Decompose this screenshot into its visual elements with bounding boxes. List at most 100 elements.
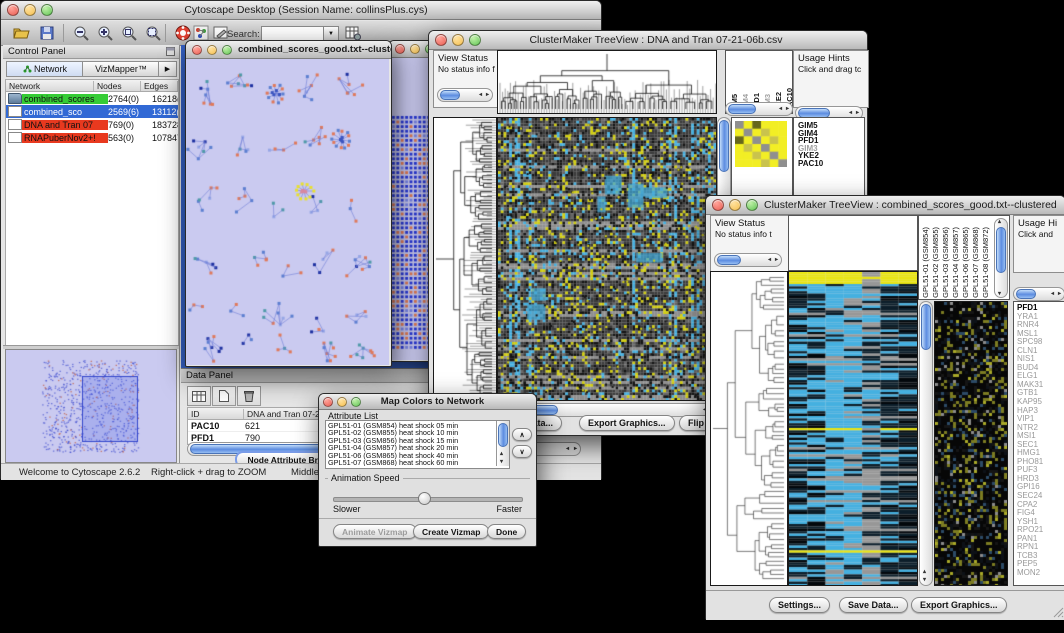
scroll-up-arrow[interactable]: ▴ xyxy=(923,569,926,575)
column-label[interactable]: GPL51-03 (GSM856) xyxy=(941,227,950,298)
network-list-row[interactable]: combined_scores 2764(0) 16218(0) xyxy=(6,92,178,105)
row-dendrogram[interactable] xyxy=(433,117,497,401)
treeview1-titlebar[interactable]: ClusterMaker TreeView : DNA and Tran 07-… xyxy=(429,31,867,50)
column-label[interactable]: GPL51-01 (GSM854) xyxy=(921,227,930,298)
tv2-heatmap-vscrollbar[interactable]: ▴ ▾ xyxy=(919,301,933,586)
gene-label[interactable]: GPI16 xyxy=(1017,483,1043,492)
network-canvas[interactable] xyxy=(186,59,389,365)
gene-label[interactable]: MON2 xyxy=(1017,569,1043,578)
tv2-column-dendrogram-pane[interactable] xyxy=(788,215,918,271)
treeview2-titlebar[interactable]: ClusterMaker TreeView : combined_scores_… xyxy=(706,196,1064,215)
move-down-button[interactable]: ∨ xyxy=(512,445,532,458)
tv2-labels-vscrollbar[interactable]: ▴ ▾ xyxy=(994,218,1008,298)
gene-label[interactable]: HMG1 xyxy=(1017,449,1043,458)
network-table-header[interactable]: Network Nodes Edges xyxy=(6,80,178,92)
scroll-left-arrow[interactable]: ◂ xyxy=(479,92,482,98)
gene-label[interactable]: CLN1 xyxy=(1017,347,1043,356)
row-dendrogram[interactable] xyxy=(710,271,788,586)
treeview-action-button[interactable]: Export Graphics... xyxy=(579,415,675,431)
gene-label[interactable]: CPA2 xyxy=(1017,501,1043,510)
minimize-icon[interactable] xyxy=(452,34,464,46)
gene-label[interactable]: SEC1 xyxy=(1017,441,1043,450)
gene-label[interactable]: PAN1 xyxy=(1017,535,1043,544)
scroll-down-arrow[interactable]: ▾ xyxy=(500,459,503,465)
tab-network[interactable]: Network xyxy=(6,61,84,77)
open-file-button[interactable] xyxy=(11,24,31,42)
zoom-in-button[interactable] xyxy=(95,24,115,42)
gene-label[interactable]: KAP95 xyxy=(1017,398,1043,407)
column-label[interactable]: GPL51-07 (GSM868) xyxy=(971,227,980,298)
treeview-action-button[interactable]: Save Data... xyxy=(839,597,908,613)
gene-label[interactable]: MSL1 xyxy=(1017,330,1043,339)
gene-label[interactable]: PAC10 xyxy=(798,160,823,168)
new-attribute-button[interactable] xyxy=(212,386,236,406)
scroll-left-arrow[interactable]: ◂ xyxy=(566,446,569,452)
attribute-item[interactable]: GPL51-04 (GSM857) heat shock 20 min xyxy=(328,444,496,451)
zoom-window-icon[interactable] xyxy=(222,45,232,55)
view-status-scrollbar[interactable]: ◂ ▸ xyxy=(437,88,493,102)
scroll-right-arrow[interactable]: ▸ xyxy=(1058,291,1061,297)
scroll-left-arrow[interactable]: ◂ xyxy=(779,106,782,112)
column-label[interactable]: GPL51-04 (GSM857) xyxy=(951,227,960,298)
gene-label[interactable]: ELG1 xyxy=(1017,372,1043,381)
tv1-matrix-hscrollbar[interactable]: ◂ ▸ xyxy=(725,102,793,116)
move-up-button[interactable]: ∧ xyxy=(512,428,532,441)
correlation-matrix[interactable] xyxy=(735,121,787,167)
gene-label[interactable]: YRA1 xyxy=(1017,313,1043,322)
close-icon[interactable] xyxy=(323,397,333,407)
create-vizmap-button[interactable]: Create Vizmap xyxy=(413,524,489,539)
close-icon[interactable] xyxy=(192,45,202,55)
heatmap-main[interactable] xyxy=(497,117,717,401)
attribute-item[interactable]: GPL51-03 (GSM856) heat shock 15 min xyxy=(328,437,496,444)
attribute-item[interactable]: GPL51-02 (GSM855) heat shock 10 min xyxy=(328,429,496,436)
gene-label[interactable]: HAP3 xyxy=(1017,407,1043,416)
gene-label[interactable]: YSH1 xyxy=(1017,518,1043,527)
scroll-up-arrow[interactable]: ▴ xyxy=(500,451,503,457)
gene-label[interactable]: NTR2 xyxy=(1017,424,1043,433)
gene-label[interactable]: RPN1 xyxy=(1017,543,1043,552)
gene-label[interactable]: RNR4 xyxy=(1017,321,1043,330)
zoom-window-icon[interactable] xyxy=(469,34,481,46)
close-icon[interactable] xyxy=(712,199,724,211)
scroll-down-arrow[interactable]: ▾ xyxy=(998,291,1001,297)
close-icon[interactable] xyxy=(7,4,19,16)
attribute-item[interactable]: GPL51-07 (GSM868) heat shock 60 min xyxy=(328,459,496,466)
zoom-out-button[interactable] xyxy=(71,24,91,42)
column-label[interactable]: GPL51-08 (GSM872) xyxy=(981,227,990,298)
network-list-row[interactable]: DNA and Tran 07 769(0) 183728(0) xyxy=(6,118,178,131)
minimize-icon[interactable] xyxy=(337,397,347,407)
scroll-up-arrow[interactable]: ▴ xyxy=(998,219,1001,225)
zoom-window-icon[interactable] xyxy=(41,4,53,16)
float-panel-icon[interactable] xyxy=(166,47,175,56)
zoom-window-icon[interactable] xyxy=(746,199,758,211)
tab-vizmapper[interactable]: VizMapper™ xyxy=(82,61,160,77)
scroll-down-arrow[interactable]: ▾ xyxy=(923,577,926,583)
scroll-right-arrow[interactable]: ▸ xyxy=(574,446,577,452)
tv2-genelist-hscrollbar[interactable]: ◂ ▸ xyxy=(1013,287,1064,301)
attribute-listbox[interactable]: GPL51-01 (GSM854) heat shock 05 minGPL51… xyxy=(325,420,510,469)
main-titlebar[interactable]: Cytoscape Desktop (Session Name: collins… xyxy=(1,1,601,20)
gene-label[interactable]: MSI1 xyxy=(1017,432,1043,441)
zoom-selected-button[interactable] xyxy=(119,24,139,42)
column-label[interactable]: GPL51-06 (GSM865) xyxy=(961,227,970,298)
gene-label[interactable]: GTB1 xyxy=(1017,389,1043,398)
gene-label[interactable]: RPO21 xyxy=(1017,526,1043,535)
scroll-right-arrow[interactable]: ▸ xyxy=(486,92,489,98)
scroll-right-arrow[interactable]: ▸ xyxy=(775,257,778,263)
scroll-left-arrow[interactable]: ◂ xyxy=(849,110,852,116)
gene-label[interactable]: SPC98 xyxy=(1017,338,1043,347)
gene-label[interactable]: PHO81 xyxy=(1017,458,1043,467)
minimize-icon[interactable] xyxy=(207,45,217,55)
gene-label[interactable]: SEC24 xyxy=(1017,492,1043,501)
dialog-titlebar[interactable]: Map Colors to Network xyxy=(319,394,536,410)
heatmap-main[interactable] xyxy=(788,271,918,586)
zoom-window-icon[interactable] xyxy=(351,397,361,407)
gene-label[interactable]: PFD1 xyxy=(1017,304,1043,313)
zoom-fit-button[interactable] xyxy=(143,24,163,42)
treeview-action-button[interactable]: Settings... xyxy=(769,597,830,613)
attribute-list-vscrollbar[interactable]: ▴ ▾ xyxy=(496,421,509,466)
gene-label[interactable]: FIG4 xyxy=(1017,509,1043,518)
gene-label[interactable]: PUF3 xyxy=(1017,466,1043,475)
column-label[interactable]: GPL51-02 (GSM855) xyxy=(931,227,940,298)
scroll-right-arrow[interactable]: ▸ xyxy=(856,110,859,116)
